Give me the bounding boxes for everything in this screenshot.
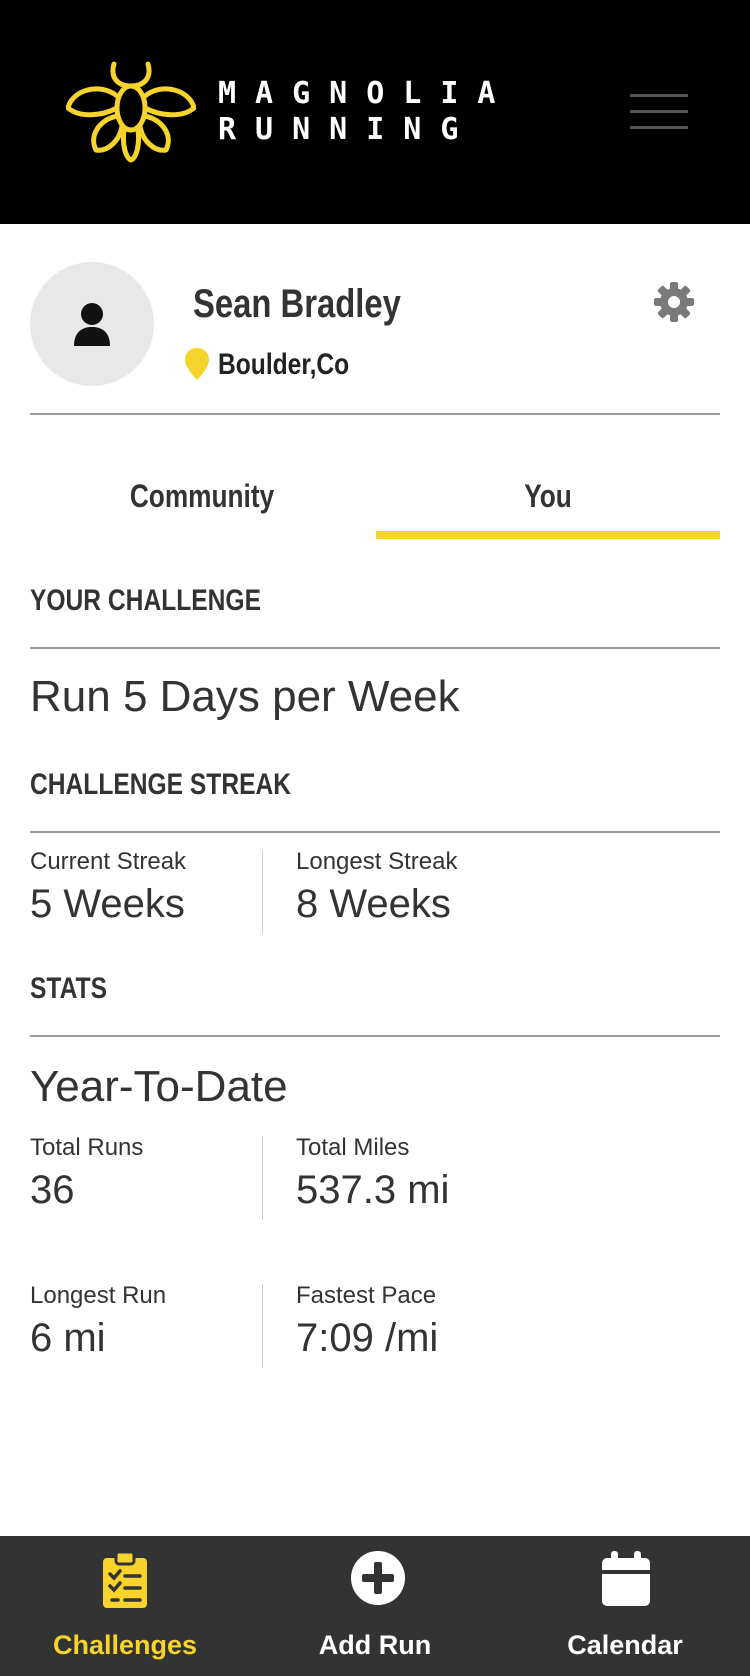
user-location: Boulder,Co (218, 348, 350, 381)
longest-streak-value: 8 Weeks (296, 882, 451, 926)
gear-icon[interactable] (652, 280, 696, 324)
challenge-divider (30, 647, 720, 649)
person-icon (74, 303, 110, 346)
longest-run-label: Longest Run (30, 1282, 167, 1309)
fastest-pace-value: 7:09 /mi (296, 1316, 439, 1360)
tab-community[interactable]: Community (30, 478, 374, 538)
nav-add-run-label: Add Run (318, 1630, 432, 1660)
stats-period: Year-To-Date (30, 1062, 288, 1111)
streak-column-divider (262, 850, 263, 934)
brand-line-2: RUNNING (218, 112, 478, 147)
challenge-text: Run 5 Days per Week (30, 672, 460, 721)
avatar[interactable] (30, 262, 154, 386)
stats-divider (30, 1035, 720, 1037)
total-runs-label: Total Runs (30, 1134, 144, 1161)
calendar-icon (602, 1551, 650, 1606)
map-pin-icon (185, 348, 209, 380)
clipboard-checklist-icon (103, 1550, 147, 1608)
total-miles-label: Total Miles (296, 1134, 410, 1161)
profile-divider (30, 413, 720, 415)
streak-heading: CHALLENGE STREAK (30, 768, 292, 801)
fastest-pace-label: Fastest Pace (296, 1282, 437, 1309)
active-tab-indicator (376, 531, 720, 539)
app-header: MAGNOLIA RUNNING (0, 0, 750, 224)
nav-calendar[interactable]: Calendar (500, 1536, 750, 1676)
total-runs-value: 36 (30, 1168, 75, 1212)
tab-you-label: You (524, 478, 572, 514)
user-name: Sean Bradley (193, 282, 401, 326)
brand-wordmark: MAGNOLIA RUNNING (218, 76, 515, 148)
current-streak-value: 5 Weeks (30, 882, 185, 926)
current-streak-label: Current Streak (30, 848, 187, 875)
nav-add-run[interactable]: Add Run (250, 1536, 500, 1676)
nav-challenges-label: Challenges (52, 1630, 198, 1660)
plus-circle-icon (351, 1551, 405, 1605)
tab-community-label: Community (129, 478, 275, 514)
menu-bar-middle (630, 110, 688, 113)
stats-column-divider-1 (262, 1136, 263, 1220)
longest-streak-label: Longest Streak (296, 848, 458, 875)
nav-calendar-label: Calendar (567, 1630, 683, 1660)
stats-heading: STATS (30, 972, 107, 1005)
stats-column-divider-2 (262, 1284, 263, 1368)
menu-bar-bottom (630, 126, 688, 129)
firefly-logo-icon (66, 61, 196, 163)
challenge-heading: YOUR CHALLENGE (30, 584, 261, 617)
hamburger-menu-button[interactable] (626, 92, 692, 132)
nav-challenges[interactable]: Challenges (0, 1536, 250, 1676)
brand-line-1: MAGNOLIA (218, 76, 515, 111)
tab-you[interactable]: You (376, 478, 720, 538)
menu-bar-top (630, 94, 688, 97)
streak-divider (30, 831, 720, 833)
bottom-nav: Challenges Add Run Calendar (0, 1536, 750, 1676)
total-miles-value: 537.3 mi (296, 1168, 450, 1212)
longest-run-value: 6 mi (30, 1316, 106, 1360)
